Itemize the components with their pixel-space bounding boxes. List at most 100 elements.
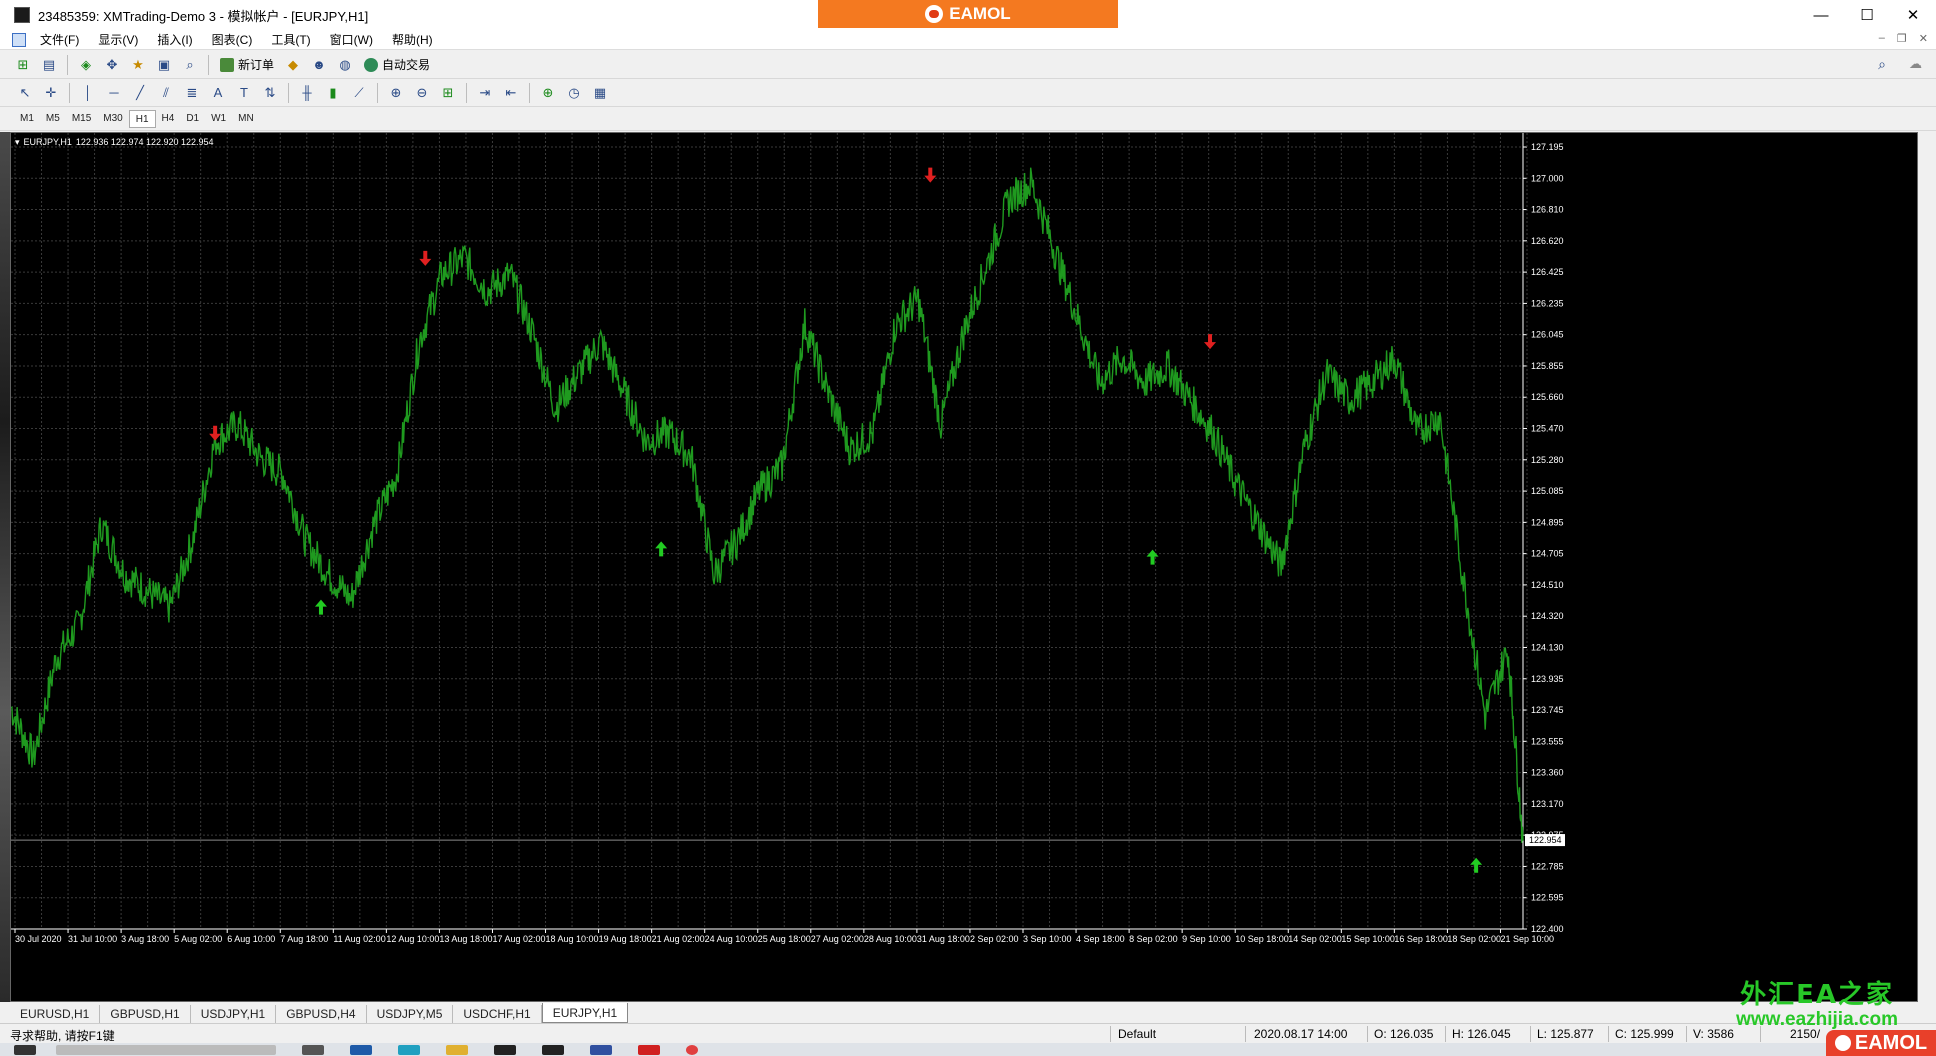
menu-window[interactable]: 窗口(W) [322,31,384,48]
chart-window[interactable]: 127.195 127.000 126.810 126.620 126.425 126.2… [10,132,1918,1002]
tab-gbpusd-h4[interactable]: GBPUSD,H4 [276,1005,367,1023]
tab-usdjpy-h1[interactable]: USDJPY,H1 [191,1005,277,1023]
task-view-icon[interactable] [302,1044,324,1055]
profiles-icon[interactable]: ▤ [37,54,61,76]
data-window-icon[interactable]: ✥ [100,54,124,76]
brand-banner[interactable]: EAMOL [818,0,1118,28]
bar-chart-icon[interactable]: ╫ [295,82,319,104]
watermark: 外汇EA之家 www.eazhijia.com [1736,974,1898,1031]
tab-usdchf-h1[interactable]: USDCHF,H1 [453,1005,542,1023]
horizontal-line-icon[interactable]: ─ [102,82,126,104]
terminal-app-icon[interactable] [494,1044,516,1055]
x-tick-label: 18 Sep 02:00 [1447,934,1501,944]
zoom-in-icon[interactable]: ⊕ [384,82,408,104]
x-tick-label: 9 Sep 10:00 [1182,934,1231,944]
timeframe-m30[interactable]: M30 [97,110,128,128]
folder-icon[interactable] [446,1044,468,1055]
app-icon [14,7,30,23]
timeframe-h4[interactable]: H4 [156,110,181,128]
menu-tools[interactable]: 工具(T) [263,31,321,48]
record-icon[interactable] [686,1044,698,1055]
mdi-minimize-icon[interactable]: – [1879,32,1885,45]
tab-gbpusd-h1[interactable]: GBPUSD,H1 [100,1005,191,1023]
chat-icon[interactable]: ☁ [1909,56,1922,72]
y-tick-label: 124.320 [1531,611,1564,621]
line-chart-icon[interactable]: ⟋ [347,82,371,104]
new-order-button[interactable]: 新订单 [214,54,280,76]
tab-eurusd-h1[interactable]: EURUSD,H1 [10,1005,101,1023]
new-chart-icon[interactable]: ⊞ [11,54,35,76]
signals-icon[interactable]: ◍ [333,54,357,76]
document-icon[interactable] [590,1044,612,1055]
market-watch-icon[interactable]: ◈ [74,54,98,76]
timeframe-m5[interactable]: M5 [40,110,66,128]
eamol-badge-text: EAMOL [1854,1031,1928,1054]
menu-insert[interactable]: 插入(I) [149,31,203,48]
chart-window-icon[interactable] [12,32,26,47]
y-tick-label: 126.810 [1531,205,1564,215]
mdi-close-icon[interactable]: ✕ [1919,32,1928,45]
search-icon[interactable]: ⌕ [1878,56,1886,73]
navigator-icon[interactable]: ★ [126,54,150,76]
timeframe-m1[interactable]: M1 [14,110,40,128]
tab-eurjpy-h1[interactable]: EURJPY,H1 [541,1003,629,1023]
browser-icon[interactable] [398,1044,420,1055]
x-tick-label: 10 Sep 18:00 [1235,934,1289,944]
minimize-button[interactable]: — [1798,0,1844,30]
taskbar-search-box[interactable] [56,1044,276,1055]
close-button[interactable]: ✕ [1890,0,1936,30]
auto-scroll-icon[interactable]: ⇥ [473,82,497,104]
cursor-icon[interactable]: ↖ [13,82,37,104]
arrows-icon[interactable]: ⇅ [258,82,282,104]
vertical-line-icon[interactable]: │ [76,82,100,104]
status-bar: 寻求帮助, 请按F1键 Default 2020.08.17 14:00 O: … [0,1023,1936,1043]
x-tick-label: 14 Sep 02:00 [1288,934,1342,944]
metaeditor-icon[interactable]: ◆ [281,54,305,76]
y-tick-label: 125.280 [1531,455,1564,465]
crosshair-icon[interactable]: ✛ [39,82,63,104]
text-label-icon[interactable]: T [232,82,256,104]
x-tick-label: 2 Sep 02:00 [970,934,1019,944]
text-icon[interactable]: A [206,82,230,104]
y-tick-label: 125.855 [1531,361,1564,371]
timeframe-m15[interactable]: M15 [66,110,97,128]
indicators-icon[interactable]: ⊕ [536,82,560,104]
price-chart[interactable]: 127.195 127.000 126.810 126.620 126.425 126.2… [11,133,1918,1002]
auto-trading-button[interactable]: 自动交易 [358,54,436,76]
metatrader-icon[interactable] [542,1044,564,1055]
terminal-icon[interactable]: ▣ [152,54,176,76]
tile-windows-icon[interactable]: ⊞ [436,82,460,104]
community-icon[interactable]: ☻ [307,54,331,76]
trendline-icon[interactable]: ╱ [128,82,152,104]
x-tick-label: 30 Jul 2020 [15,934,62,944]
timeframe-d1[interactable]: D1 [180,110,205,128]
chart-shift-icon[interactable]: ⇤ [499,82,523,104]
mdi-restore-icon[interactable]: ❐ [1897,32,1907,45]
periods-icon[interactable]: ◷ [562,82,586,104]
timeframe-w1[interactable]: W1 [205,110,232,128]
tab-usdjpy-m5[interactable]: USDJPY,M5 [367,1005,454,1023]
taskbar-app-icon[interactable] [350,1044,372,1055]
timeframe-mn[interactable]: MN [232,110,260,128]
templates-icon[interactable]: ▦ [588,82,612,104]
strategy-tester-icon[interactable]: ⌕ [178,54,202,76]
candlestick-icon[interactable]: ▮ [321,82,345,104]
zoom-out-icon[interactable]: ⊖ [410,82,434,104]
chart-symbol: EURJPY,H1 [23,137,72,147]
media-icon[interactable] [638,1044,660,1055]
menu-file[interactable]: 文件(F) [32,31,90,48]
menu-help[interactable]: 帮助(H) [384,31,444,48]
maximize-button[interactable]: ☐ [1844,0,1890,30]
status-open: O: 126.035 [1374,1027,1434,1041]
equidistant-channel-icon[interactable]: ⫽ [154,82,178,104]
start-icon[interactable] [14,1044,36,1055]
menu-view[interactable]: 显示(V) [90,31,149,48]
y-tick-label: 123.745 [1531,705,1564,715]
y-tick-label: 125.085 [1531,486,1564,496]
chart-header-arrow-icon[interactable]: ▾ [15,137,20,147]
fibonacci-icon[interactable]: ≣ [180,82,204,104]
x-tick-label: 31 Aug 18:00 [917,934,970,944]
menu-charts[interactable]: 图表(C) [204,31,264,48]
timeframe-h1[interactable]: H1 [128,109,156,128]
desktop-background-edge [0,132,10,1002]
